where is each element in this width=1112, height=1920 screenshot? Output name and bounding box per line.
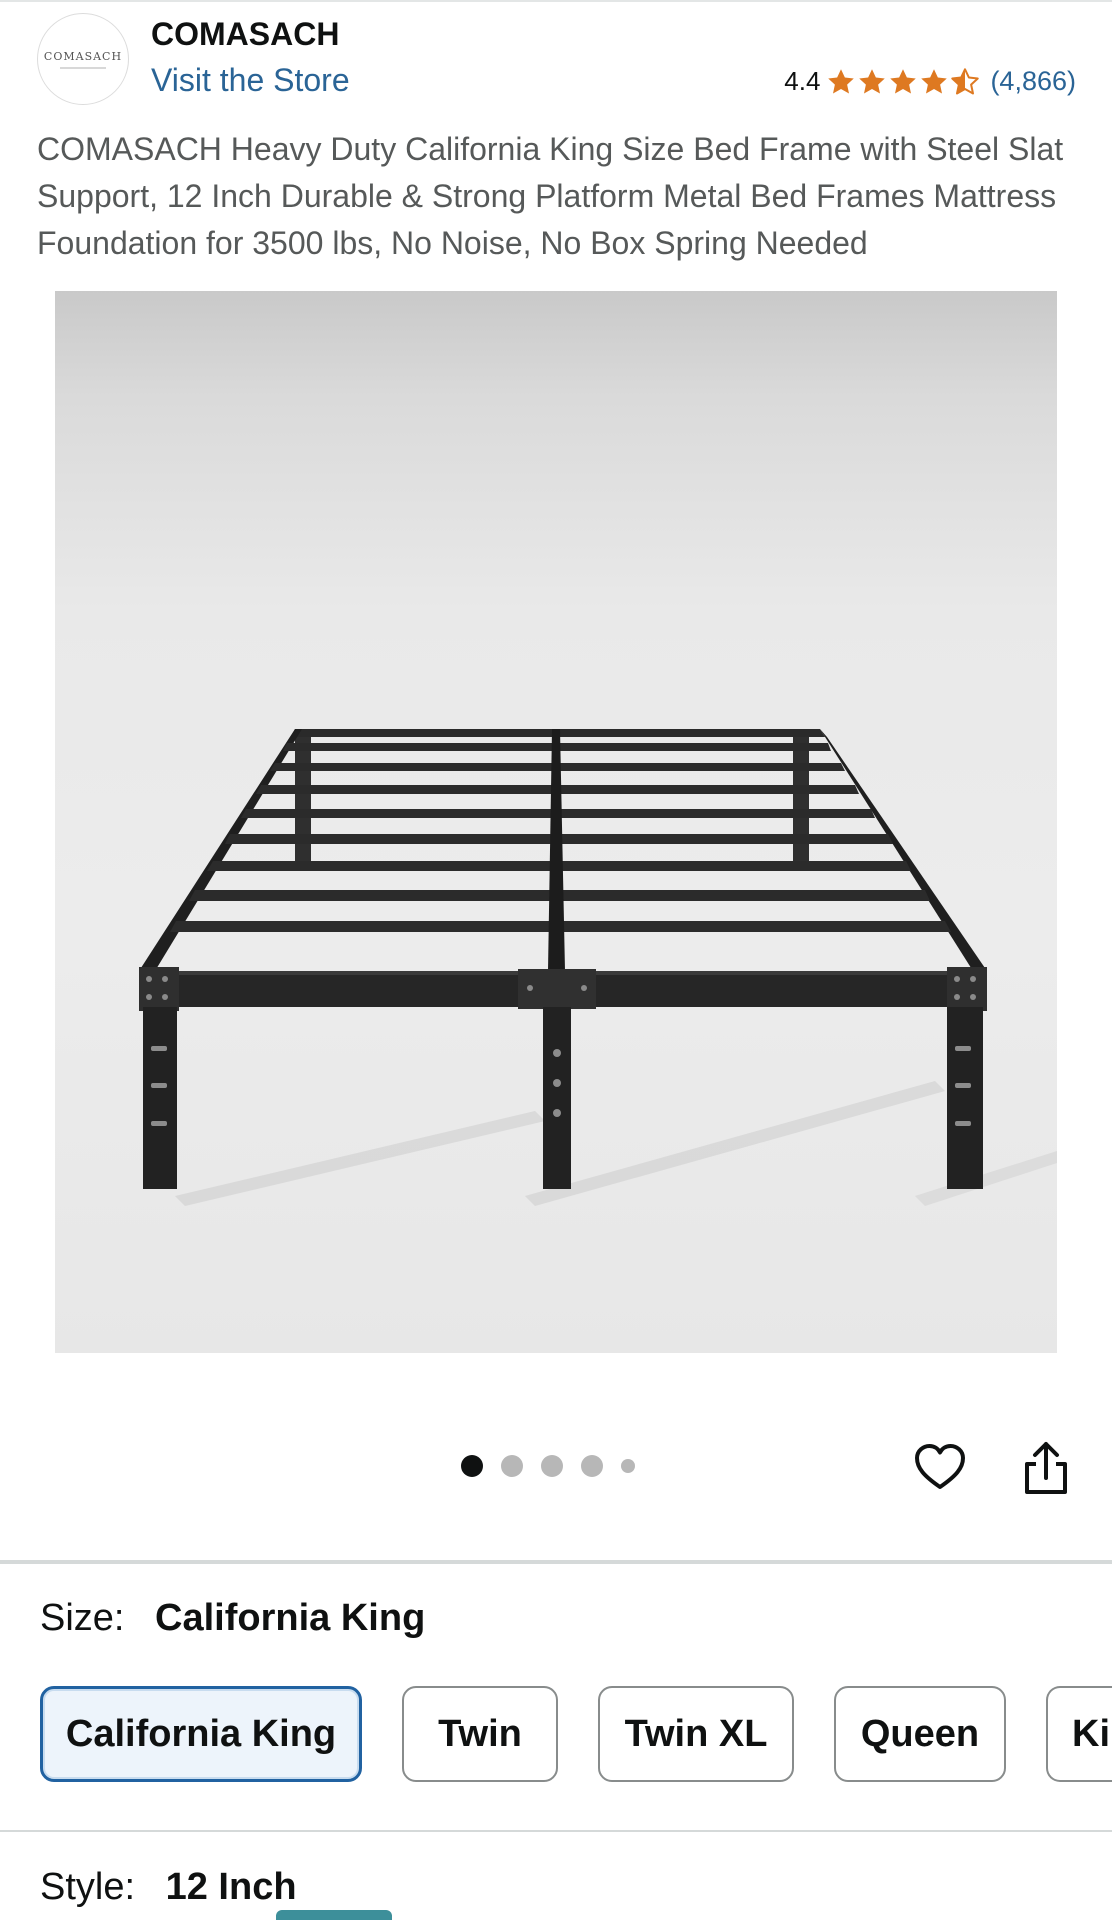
size-option-queen[interactable]: Queen — [834, 1686, 1006, 1782]
share-button[interactable] — [1018, 1438, 1074, 1498]
style-selected-value: 12 Inch — [165, 1866, 297, 1908]
bed-frame-illustration — [139, 729, 1057, 1206]
carousel-dot[interactable] — [621, 1459, 635, 1473]
star-full-icon — [828, 68, 855, 93]
product-title: COMASACH Heavy Duty California King Size… — [37, 131, 1064, 261]
product-image[interactable] — [55, 291, 1057, 1353]
top-divider — [0, 0, 1112, 2]
visit-store-link[interactable]: Visit the Store — [151, 62, 350, 99]
heart-icon — [915, 1444, 965, 1489]
size-option-california-king[interactable]: California King — [40, 1686, 362, 1782]
star-half-icon — [951, 67, 980, 94]
rating-summary[interactable]: 4.4 (4,866) — [784, 66, 1076, 97]
star-rating — [826, 67, 980, 97]
brand-logo[interactable]: COMASACH — [37, 13, 129, 105]
size-options: California King Twin Twin XL Queen Ki — [40, 1686, 1112, 1782]
size-selection-label: Size: California King — [40, 1597, 425, 1640]
section-divider — [0, 1560, 1112, 1564]
size-option-twin-xl[interactable]: Twin XL — [598, 1686, 794, 1782]
brand-name: COMASACH — [151, 16, 340, 52]
star-full-icon — [859, 68, 886, 93]
scroll-indicator — [276, 1910, 392, 1920]
size-label: Size: — [40, 1597, 125, 1639]
share-icon — [1025, 1442, 1067, 1494]
favorite-button[interactable] — [912, 1440, 968, 1496]
star-full-icon — [921, 68, 948, 93]
carousel-dot[interactable] — [501, 1455, 523, 1477]
star-full-icon — [890, 68, 917, 93]
style-label: Style: — [40, 1866, 136, 1908]
size-option-twin[interactable]: Twin — [402, 1686, 558, 1782]
carousel-dot[interactable] — [581, 1455, 603, 1477]
rating-count: (4,866) — [990, 66, 1076, 96]
size-option-king[interactable]: Ki — [1046, 1686, 1112, 1782]
rating-score: 4.4 — [784, 66, 821, 96]
carousel-dot-active[interactable] — [461, 1455, 483, 1477]
size-selected-value: California King — [155, 1597, 426, 1639]
carousel-dot[interactable] — [541, 1455, 563, 1477]
section-divider — [0, 1830, 1112, 1832]
brand-logo-text: COMASACH — [43, 49, 123, 63]
image-carousel-dots[interactable] — [461, 1455, 635, 1477]
brand-logo-underline — [60, 66, 106, 69]
style-selection-label: Style: 12 Inch — [40, 1866, 297, 1909]
